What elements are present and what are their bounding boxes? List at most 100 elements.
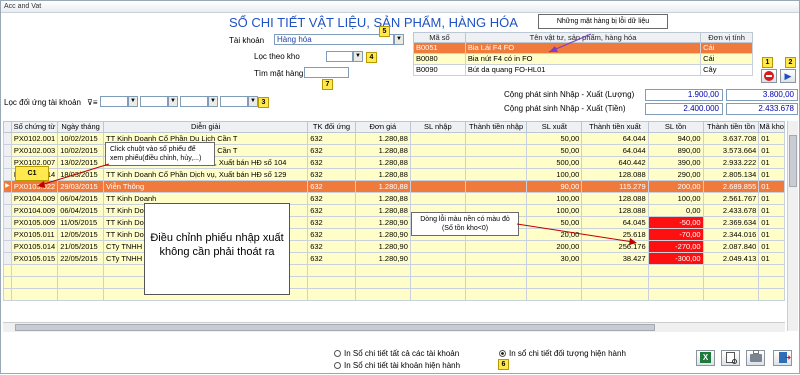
- amount-balance: 2.344.016: [702, 228, 760, 241]
- doc-number[interactable]: PX0104.009: [10, 204, 59, 217]
- amount-out-total: 2.433.678: [726, 103, 798, 115]
- doc-number[interactable]: PX0105.011: [10, 228, 59, 241]
- stop-button[interactable]: [761, 69, 777, 83]
- qty-balance: 390,00: [647, 156, 704, 169]
- contra-filter-field-3[interactable]: [180, 96, 208, 107]
- doc-number[interactable]: PX0105.014: [10, 240, 59, 253]
- amount-balance: 2.087.840: [702, 240, 760, 253]
- contra-filter-field-4[interactable]: [220, 96, 248, 107]
- qty-balance: 200,00: [647, 180, 704, 193]
- empty-row: [3, 276, 785, 289]
- ledger-row[interactable]: PX0105.011 12/05/2015 TT Kinh Doanh 632 1.28…: [3, 228, 785, 241]
- exit-button[interactable]: ➜: [773, 350, 792, 366]
- col-amount-bal[interactable]: Thành tiền tồn: [702, 121, 760, 133]
- ledger-row[interactable]: PX0105.01421/05/2015CTy TNHH Thương Mại …: [3, 240, 785, 253]
- vertical-scroll-thumb[interactable]: [789, 135, 797, 187]
- ledger-row[interactable]: PX0105.015 22/05/2015 CTy TNHH 632 1.280,90 3…: [3, 252, 785, 265]
- horizontal-scrollbar[interactable]: [3, 322, 785, 332]
- row-indicator[interactable]: [3, 228, 12, 241]
- doc-date: 13/02/2015: [57, 156, 105, 169]
- contra-filter-dropdown-3[interactable]: ▼: [208, 96, 218, 107]
- empty-cell: [581, 288, 649, 301]
- amount-in: [464, 168, 528, 181]
- col-warehouse[interactable]: Mã kho: [758, 121, 785, 133]
- ledger-row[interactable]: PX0105.009 11/05/2015 TT Kinh Doanh 632 1.28…: [3, 216, 785, 229]
- option-current-account[interactable]: In Sổ chi tiết tài khoản hiện hành: [334, 361, 460, 371]
- row-indicator[interactable]: [3, 132, 12, 145]
- item-search-input[interactable]: [304, 67, 349, 78]
- contra-filter-dropdown-2[interactable]: ▼: [168, 96, 178, 107]
- amount-balance: 2.561.767: [702, 192, 760, 205]
- contra-filter-label: Lọc đối ứng tài khoản: [4, 98, 81, 107]
- row-indicator[interactable]: [3, 252, 12, 265]
- col-price[interactable]: Đơn giá: [354, 121, 411, 133]
- qty-out: 500,00: [526, 156, 583, 169]
- empty-cell: [57, 276, 105, 289]
- qty-out: 100,00: [526, 192, 583, 205]
- print-button[interactable]: [746, 350, 765, 366]
- row-indicator[interactable]: [3, 240, 12, 253]
- ledger-row[interactable]: PX0104.009 06/04/2015 TT Kinh Doanh 632 1.28…: [3, 204, 785, 217]
- row-indicator[interactable]: [3, 168, 12, 181]
- horizontal-scroll-thumb[interactable]: [15, 324, 655, 331]
- account-dropdown-button[interactable]: ▼: [394, 34, 404, 45]
- row-indicator[interactable]: [3, 216, 12, 229]
- radio-selected-icon: [499, 350, 506, 357]
- vertical-scrollbar[interactable]: [787, 121, 798, 331]
- col-amount-in[interactable]: Thành tiền nhập: [464, 121, 528, 133]
- contra-filter-ops[interactable]: ⊽≡: [87, 97, 98, 108]
- doc-number[interactable]: PX0103.022: [10, 180, 59, 193]
- item-grid-header-unit[interactable]: Đơn vị tính: [700, 32, 753, 43]
- col-amount-out[interactable]: Thành tiền xuất: [581, 121, 649, 133]
- empty-cell: [3, 276, 12, 289]
- qty-balance: 890,00: [647, 144, 704, 157]
- amount-balance: 3.573.664: [702, 144, 760, 157]
- export-excel-button[interactable]: X: [696, 350, 715, 366]
- doc-date: 21/05/2015: [57, 240, 105, 253]
- stock-filter-dropdown[interactable]: ▼: [353, 51, 363, 62]
- next-button[interactable]: ▶: [780, 69, 796, 83]
- doc-number[interactable]: PX0104.009: [10, 192, 59, 205]
- col-qty-in[interactable]: SL nhập: [409, 121, 466, 133]
- row-indicator[interactable]: [3, 192, 12, 205]
- row-indicator[interactable]: [3, 204, 12, 217]
- doc-number[interactable]: PX0105.015: [10, 252, 59, 265]
- col-acct[interactable]: TK đối ứng: [307, 121, 356, 133]
- col-qty-out[interactable]: SL xuất: [526, 121, 583, 133]
- ledger-row[interactable]: PX0104.009 06/04/2015 TT Kinh Doanh 632 1.28…: [3, 192, 785, 205]
- contra-account: 632: [307, 132, 356, 145]
- item-row[interactable]: B0051 Bia Lái F4 FO Cái: [413, 42, 753, 54]
- item-row[interactable]: B0080 Bia nút F4 có in FO Cái: [413, 53, 753, 65]
- col-desc[interactable]: Diễn giải: [103, 121, 309, 133]
- doc-number[interactable]: PX0105.009: [10, 216, 59, 229]
- contra-filter-dropdown-4[interactable]: ▼: [248, 96, 258, 107]
- col-date[interactable]: Ngày tháng: [57, 121, 105, 133]
- item-search-label: Tìm mặt hàng: [254, 69, 304, 78]
- contra-filter-dropdown-1[interactable]: ▼: [128, 96, 138, 107]
- stock-filter-select[interactable]: [326, 51, 353, 62]
- item-code: B0080: [413, 53, 466, 65]
- option-current-object[interactable]: In sổ chi tiết đối tượng hiện hành: [499, 349, 626, 359]
- option-all-accounts[interactable]: In Sổ chi tiết tất cả các tài khoản: [334, 349, 459, 359]
- row-indicator[interactable]: ▶: [3, 180, 12, 193]
- contra-filter-field-1[interactable]: [100, 96, 128, 107]
- qty-out: 20,00: [526, 228, 583, 241]
- contra-filter-field-2[interactable]: [140, 96, 168, 107]
- badge-7: 7: [322, 79, 333, 90]
- item-row[interactable]: B0090 Bút da quang FO-HL01 Cây: [413, 64, 753, 76]
- row-indicator[interactable]: [3, 144, 12, 157]
- qty-balance: 290,00: [647, 168, 704, 181]
- preview-button[interactable]: [721, 350, 740, 366]
- ledger-row[interactable]: ▶ PX0103.022 29/03/2015 Viễn Thông 632 1.280,…: [3, 180, 785, 193]
- account-select[interactable]: Hàng hóa: [274, 34, 394, 45]
- warehouse-code: 01: [758, 228, 785, 241]
- row-indicator[interactable]: [3, 156, 12, 169]
- item-grid-header-code[interactable]: Mã số: [413, 32, 466, 43]
- item-grid-header-name[interactable]: Tên vật tư, sản phẩm, hàng hóa: [464, 32, 702, 43]
- ledger-row[interactable]: PX0103.01418/03/2015TT Kinh Doanh Cổ Phầ…: [3, 168, 785, 181]
- col-qty-bal[interactable]: SL tồn: [647, 121, 704, 133]
- doc-number[interactable]: PX0102.003: [10, 144, 59, 157]
- doc-number[interactable]: PX0102.001: [10, 132, 59, 145]
- col-doc[interactable]: Số chứng từ: [10, 121, 59, 133]
- qty-in: [409, 168, 466, 181]
